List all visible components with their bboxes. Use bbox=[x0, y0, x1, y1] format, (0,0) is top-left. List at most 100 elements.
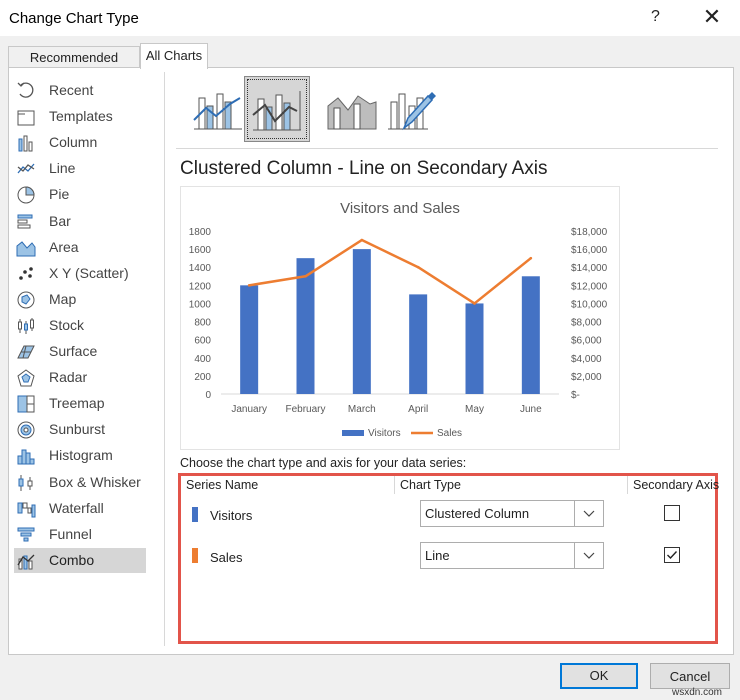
legend-label-sales: Sales bbox=[437, 428, 462, 439]
bar-visitors-may bbox=[465, 303, 484, 394]
sidebar-item-recent[interactable]: Recent bbox=[14, 78, 146, 103]
scatter-chart-icon bbox=[16, 264, 36, 284]
sidebar-item-box-whisker[interactable]: Box & Whisker bbox=[14, 470, 146, 495]
sidebar-item-waterfall[interactable]: Waterfall bbox=[14, 496, 146, 521]
sidebar-item-column[interactable]: Column bbox=[14, 130, 146, 155]
point-sales-june bbox=[529, 256, 533, 260]
bar-visitors-april bbox=[409, 294, 428, 394]
series-color-swatch bbox=[192, 548, 198, 563]
stacked-area-clustered-column-icon[interactable] bbox=[320, 76, 384, 140]
templates-icon bbox=[16, 107, 36, 127]
sidebar-item-histogram[interactable]: Histogram bbox=[14, 443, 146, 468]
surface-chart-icon bbox=[16, 342, 36, 362]
sidebar-item-label: X Y (Scatter) bbox=[49, 264, 129, 281]
sidebar-item-label: Column bbox=[49, 134, 98, 151]
y-tick-label: 1000 bbox=[189, 299, 212, 310]
x-tick-label: February bbox=[285, 404, 325, 415]
column-separator bbox=[627, 476, 628, 494]
line-chart-icon bbox=[16, 159, 36, 179]
area-chart-icon bbox=[16, 238, 36, 258]
combo-chart-icon bbox=[16, 551, 36, 571]
custom-combination-icon[interactable] bbox=[380, 76, 444, 140]
sidebar-item-combo[interactable]: Combo bbox=[14, 547, 146, 573]
sidebar-item-label: Pie bbox=[49, 186, 70, 203]
stock-chart-icon bbox=[16, 316, 36, 336]
chart-type-select-value: Clustered Column bbox=[425, 506, 530, 521]
close-button[interactable]: ✕ bbox=[700, 4, 724, 30]
treemap-chart-icon bbox=[16, 394, 36, 414]
sidebar-item-label: Templates bbox=[49, 108, 113, 125]
chart-svg: Visitors and Sales 0 200 400 600 800 1000 1200 1… bbox=[189, 200, 608, 439]
sidebar-item-bar[interactable]: Bar bbox=[14, 209, 146, 234]
point-sales-january bbox=[247, 284, 251, 287]
point-sales-april bbox=[416, 265, 420, 269]
clustered-column-line-icon[interactable] bbox=[186, 76, 250, 140]
y-tick-label: 600 bbox=[194, 336, 211, 347]
tab-all-charts[interactable]: All Charts bbox=[140, 43, 208, 69]
help-button[interactable]: ? bbox=[651, 8, 660, 26]
y-tick-label: 0 bbox=[205, 390, 211, 401]
clustered-column-line-secondary-axis-icon[interactable] bbox=[244, 76, 310, 142]
y2-tick-label: $18,000 bbox=[571, 227, 608, 238]
point-sales-march bbox=[360, 238, 364, 242]
sidebar-item-sunburst[interactable]: Sunburst bbox=[14, 417, 146, 442]
sidebar-item-label: Waterfall bbox=[49, 499, 104, 516]
chevron-down-icon[interactable] bbox=[574, 543, 603, 568]
histogram-chart-icon bbox=[16, 446, 36, 466]
sunburst-chart-icon bbox=[16, 420, 36, 440]
series-name-visitors: Visitors bbox=[210, 508, 253, 523]
y-tick-label: 800 bbox=[194, 318, 211, 329]
chart-type-select-value: Line bbox=[425, 548, 450, 563]
sidebar-item-label: Line bbox=[49, 160, 76, 177]
sidebar-item-label: Sunburst bbox=[49, 421, 106, 438]
secondary-axis-checkbox-visitors[interactable] bbox=[664, 505, 680, 521]
chevron-down-icon[interactable] bbox=[574, 501, 603, 526]
sidebar-item-radar[interactable]: Radar bbox=[14, 365, 146, 390]
sidebar-item-templates[interactable]: Templates bbox=[14, 104, 146, 129]
sidebar-item-label: Area bbox=[49, 238, 79, 255]
sidebar-item-treemap[interactable]: Treemap bbox=[14, 391, 146, 416]
sidebar-item-funnel[interactable]: Funnel bbox=[14, 522, 146, 547]
point-sales-may bbox=[473, 302, 476, 305]
series-name-sales: Sales bbox=[210, 550, 243, 565]
bar-visitors-june bbox=[521, 276, 540, 394]
pie-chart-icon bbox=[16, 185, 36, 205]
line-sales bbox=[248, 238, 532, 305]
sidebar-item-area[interactable]: Area bbox=[14, 235, 146, 260]
bar-visitors-march bbox=[352, 249, 371, 394]
tab-recommended-charts[interactable]: Recommended Charts bbox=[8, 46, 140, 87]
sidebar-item-stock[interactable]: Stock bbox=[14, 313, 146, 338]
sidebar-item-label: Map bbox=[49, 290, 77, 307]
chart-type-select-visitors[interactable]: Clustered Column bbox=[420, 500, 604, 527]
sidebar-item-label: Histogram bbox=[49, 447, 113, 464]
series-instruction: Choose the chart type and axis for your … bbox=[180, 456, 467, 470]
sidebar-item-x-y-scatter[interactable]: X Y (Scatter) bbox=[14, 261, 146, 286]
box-whisker-chart-icon bbox=[16, 473, 36, 493]
chart-type-select-sales[interactable]: Line bbox=[420, 542, 604, 569]
sidebar-item-label: Treemap bbox=[49, 395, 105, 412]
secondary-axis-checkbox-sales[interactable] bbox=[664, 547, 680, 563]
funnel-chart-icon bbox=[16, 525, 36, 545]
y-tick-label: 1600 bbox=[189, 245, 212, 256]
y-tick-label: 1800 bbox=[189, 227, 212, 238]
sidebar-item-surface[interactable]: Surface bbox=[14, 339, 146, 364]
column-header-series-name: Series Name bbox=[186, 478, 259, 492]
y2-tick-label: $2,000 bbox=[571, 372, 602, 383]
map-chart-icon bbox=[16, 290, 36, 310]
ok-button[interactable]: OK bbox=[560, 663, 638, 689]
title-bar: Change Chart Type ? ✕ bbox=[0, 0, 740, 36]
legend-swatch-visitors bbox=[342, 430, 364, 436]
bar-visitors-january bbox=[240, 285, 259, 394]
y2-tick-label: $- bbox=[571, 390, 580, 401]
cancel-button[interactable]: Cancel bbox=[650, 663, 730, 689]
x-tick-label: May bbox=[465, 404, 484, 415]
y2-tick-label: $12,000 bbox=[571, 281, 608, 292]
column-chart-icon bbox=[16, 133, 36, 153]
column-header-secondary-axis: Secondary Axis bbox=[633, 478, 720, 492]
x-tick-label: April bbox=[408, 404, 428, 415]
sidebar-item-map[interactable]: Map bbox=[14, 287, 146, 312]
sidebar-item-label: Bar bbox=[49, 212, 71, 229]
sidebar-item-line[interactable]: Line bbox=[14, 156, 146, 181]
sidebar-item-pie[interactable]: Pie bbox=[14, 182, 146, 207]
y2-tick-label: $10,000 bbox=[571, 299, 608, 310]
